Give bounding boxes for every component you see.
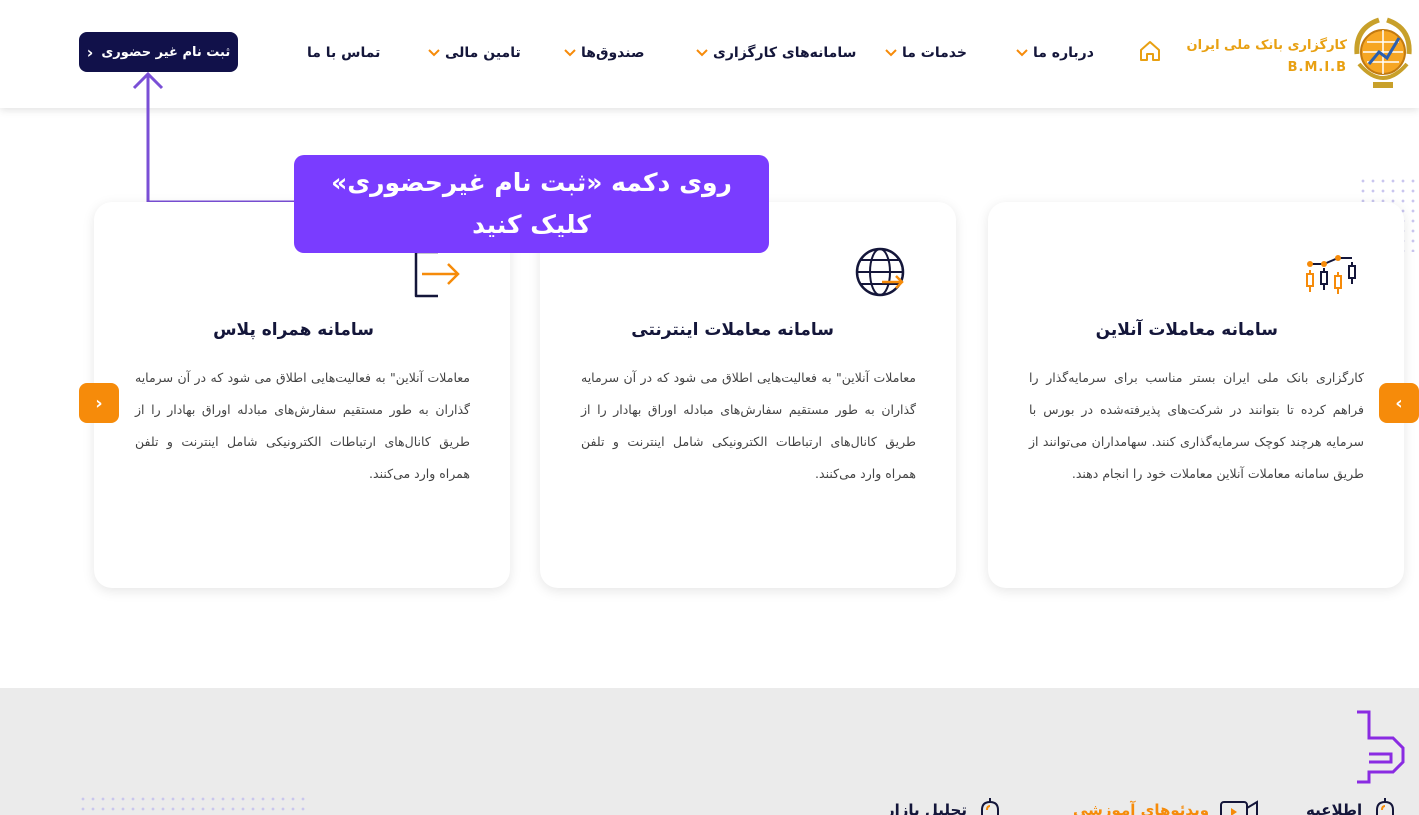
logo-subtitle: B.M.I.B [1287, 60, 1347, 75]
chevron-down-icon [1016, 49, 1028, 57]
footer-item-label: اطلاعیه [1306, 801, 1363, 815]
nav-brokerage-systems[interactable]: سامانه‌های کارگزاری [695, 42, 856, 64]
brand-logo[interactable]: کارگزاری بانک ملی ایران B.M.I.B [1187, 14, 1419, 94]
carousel-next-button[interactable]: ‹ [1379, 383, 1419, 423]
callout-line-1: روی دکمه «ثبت نام غیرحضوری» [331, 168, 732, 197]
chevron-left-icon: ‹ [86, 42, 94, 62]
card-description: معاملات آنلاین" به فعالیت‌هایی اطلاق می … [135, 370, 470, 481]
logo-title: کارگزاری بانک ملی ایران [1186, 38, 1347, 53]
carousel-prev-button[interactable]: › [79, 383, 119, 423]
candlestick-chart-icon [1306, 255, 1356, 294]
register-label: ثبت نام غیر حضوری [101, 44, 231, 60]
nav-contact-label: تماس با ما [307, 45, 381, 61]
chevron-down-icon [564, 49, 576, 57]
footer-item-label: تحلیل بازار [886, 801, 967, 815]
nav-about-label: درباره ما [1033, 45, 1094, 61]
callout-line-2: کلیک کنید [472, 210, 591, 239]
footer-item-market-analysis[interactable]: تحلیل بازار [886, 796, 1003, 815]
decorative-dots [78, 794, 310, 815]
instruction-callout: روی دکمه «ثبت نام غیرحضوری» کلیک کنید [294, 155, 769, 253]
footer-item-videos[interactable]: ویدئوهای آموزشی [1073, 796, 1259, 815]
card-title: سامانه معاملات اینترنتی [631, 320, 834, 340]
footer-item-announcement[interactable]: اطلاعیه [1306, 796, 1398, 815]
nav-financing-label: تامین مالی [445, 45, 521, 61]
bell-icon [1376, 798, 1395, 815]
home-icon[interactable] [1138, 40, 1162, 62]
chevron-down-icon [885, 49, 897, 57]
chevron-left-icon: ‹ [1395, 392, 1403, 414]
globe-arrow-icon [855, 247, 905, 297]
nav-about[interactable]: درباره ما [1015, 42, 1094, 64]
nav-funds-label: صندوق‌ها [581, 45, 645, 61]
footer-item-label: ویدئوهای آموزشی [1073, 801, 1210, 815]
site-watermark-logo-icon [1357, 710, 1405, 784]
card-description: کارگزاری بانک ملی ایران بستر مناسب برای … [1029, 370, 1364, 481]
nav-brokerage-systems-label: سامانه‌های کارگزاری [713, 45, 857, 61]
video-icon [1220, 800, 1259, 815]
chevron-right-icon: › [95, 392, 103, 414]
card-description: معاملات آنلاین" به فعالیت‌هایی اطلاق می … [581, 370, 916, 481]
nav-funds[interactable]: صندوق‌ها [563, 42, 645, 64]
card-hamrah-plus[interactable]: سامانه همراه پلاس معاملات آنلاین" به فعا… [94, 202, 510, 588]
nav-contact[interactable]: تماس با ما [307, 42, 380, 64]
card-title: سامانه همراه پلاس [213, 320, 374, 340]
chevron-down-icon [696, 49, 708, 57]
card-title: سامانه معاملات آنلاین [1095, 320, 1278, 340]
annotation-arrow [132, 71, 298, 204]
card-online-trading[interactable]: سامانه معاملات آنلاین کارگزاری بانک ملی … [988, 202, 1404, 588]
nav-services[interactable]: خدمات ما [884, 42, 967, 64]
nav-financing[interactable]: تامین مالی [427, 42, 521, 64]
chevron-down-icon [428, 49, 440, 57]
bell-icon [980, 798, 999, 815]
nav-services-label: خدمات ما [902, 45, 967, 61]
bmib-emblem-icon [1354, 17, 1412, 88]
card-internet-trading[interactable]: سامانه معاملات اینترنتی معاملات آنلاین" … [540, 202, 956, 588]
